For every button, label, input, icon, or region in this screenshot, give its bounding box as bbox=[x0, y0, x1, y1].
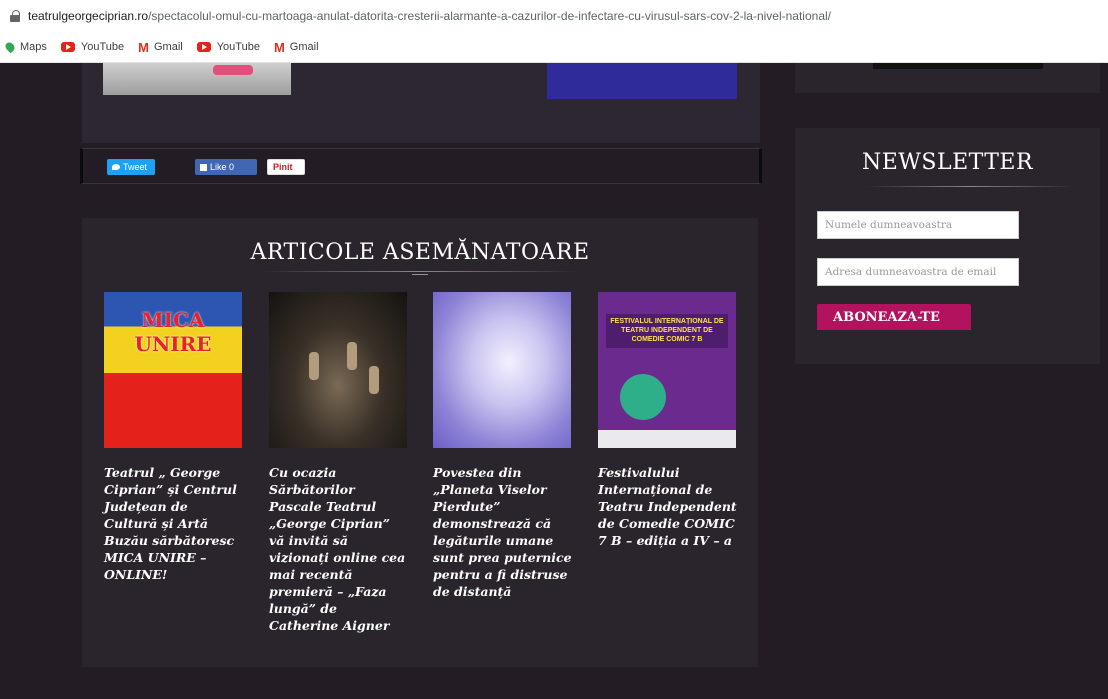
thumbnail-caption: FESTIVALUL INTERNAȚIONAL DE TEATRU INDEP… bbox=[606, 314, 728, 348]
article-thumbnail[interactable] bbox=[433, 292, 571, 448]
section-title: ARTICOLE ASEMĂNATOARE bbox=[250, 240, 590, 265]
article-title-link[interactable]: Cu ocazia Sărbătorilor Pascale Teatrul „… bbox=[269, 464, 409, 634]
related-articles: ARTICOLE ASEMĂNATOARE MICA UNIRE Teatrul… bbox=[82, 218, 758, 667]
newsletter-widget: NEWSLETTER ABONEAZA-TE bbox=[795, 128, 1100, 364]
performer-figure bbox=[347, 342, 357, 370]
url-path: /spectacolul-omul-cu-martoaga-anulat-dat… bbox=[148, 9, 831, 23]
gmail-icon: M bbox=[138, 39, 149, 55]
tweet-label: Tweet bbox=[123, 162, 148, 172]
bookmark-label: YouTube bbox=[216, 41, 260, 53]
title-divider bbox=[260, 271, 580, 275]
performer-figure bbox=[309, 352, 319, 380]
bookmark-maps[interactable]: Maps bbox=[3, 40, 47, 54]
bookmark-gmail[interactable]: M Gmail bbox=[138, 40, 183, 55]
article-thumbnail[interactable]: MICA UNIRE bbox=[104, 292, 242, 448]
url-host: teatrulgeorgeciprian.ro bbox=[28, 9, 149, 23]
maps-icon bbox=[3, 40, 17, 54]
article-title-link[interactable]: Povestea din „Planeta Viselor Pierdute” … bbox=[433, 464, 573, 600]
youtube-icon bbox=[196, 42, 211, 52]
bookmarks-bar: Maps YouTube M Gmail YouTube M Gmail bbox=[0, 32, 1108, 63]
article-thumbnail[interactable]: FESTIVALUL INTERNAȚIONAL DE TEATRU INDEP… bbox=[598, 292, 736, 448]
article-thumbnail[interactable] bbox=[269, 292, 407, 448]
gmail-icon: M bbox=[273, 39, 285, 55]
tweet-button[interactable]: Tweet bbox=[107, 159, 155, 175]
article-title-link[interactable]: Teatrul „ George Ciprian” și Centrul Jud… bbox=[104, 464, 244, 583]
bookmark-youtube[interactable]: YouTube bbox=[196, 41, 260, 53]
pinterest-button[interactable]: Pinit bbox=[267, 159, 305, 175]
twitter-icon bbox=[112, 164, 120, 170]
bookmark-label: Gmail bbox=[289, 41, 319, 53]
lock-icon[interactable] bbox=[10, 10, 20, 22]
name-input[interactable] bbox=[817, 211, 1019, 239]
bookmark-youtube[interactable]: YouTube bbox=[60, 41, 125, 53]
bookmark-label: Gmail bbox=[153, 41, 183, 53]
title-divider bbox=[865, 186, 1075, 187]
article-title-link[interactable]: Festivalului Internațional de Teatru Ind… bbox=[598, 464, 738, 549]
youtube-icon bbox=[60, 42, 75, 52]
address-bar[interactable]: teatrulgeorgeciprian.ro/spectacolul-omul… bbox=[0, 0, 1108, 32]
like-label: Like 0 bbox=[210, 162, 235, 172]
related-article[interactable]: Cu ocazia Sărbătorilor Pascale Teatrul „… bbox=[269, 292, 409, 634]
newsletter-title: NEWSLETTER bbox=[861, 150, 1034, 175]
banner-image[interactable] bbox=[547, 63, 737, 99]
poster-image[interactable] bbox=[103, 63, 291, 95]
email-input[interactable] bbox=[817, 258, 1019, 286]
pin-label: Pinit bbox=[273, 162, 293, 172]
bookmark-gmail[interactable]: M Gmail bbox=[274, 40, 319, 55]
bookmark-label: YouTube bbox=[80, 41, 125, 53]
related-article[interactable]: Povestea din „Planeta Viselor Pierdute” … bbox=[433, 292, 573, 600]
sponsor-strip bbox=[598, 430, 736, 448]
thumbs-up-icon bbox=[200, 163, 207, 171]
related-article[interactable]: FESTIVALUL INTERNAȚIONAL DE TEATRU INDEP… bbox=[598, 292, 738, 549]
facebook-like-button[interactable]: Like 0 bbox=[195, 159, 257, 175]
related-article[interactable]: MICA UNIRE Teatrul „ George Ciprian” și … bbox=[104, 292, 244, 583]
performer-figure bbox=[369, 366, 379, 394]
bookmark-label: Maps bbox=[20, 41, 47, 53]
share-bar: Tweet Like 0 Pinit bbox=[80, 148, 762, 184]
festival-mask-graphic bbox=[620, 374, 666, 420]
thumbnail-caption: MICA UNIRE bbox=[134, 308, 212, 356]
sidebar-widget bbox=[795, 63, 1100, 93]
subscribe-button[interactable]: ABONEAZA-TE bbox=[817, 304, 971, 330]
